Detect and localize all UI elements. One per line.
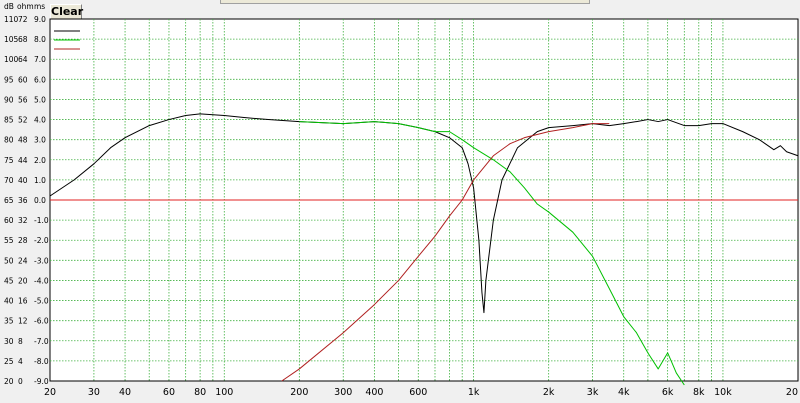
- xtick-label: 600: [409, 387, 427, 398]
- ytick-label-db: 100: [4, 55, 19, 64]
- ytick-label-ms: 7.0: [34, 55, 46, 64]
- xtick-label: 200: [290, 387, 308, 398]
- ytick-label-ms: -2.0: [34, 236, 49, 245]
- ytick-label-ms: -7.0: [34, 337, 49, 346]
- ytick-label-ohm: 12: [18, 317, 28, 326]
- ytick-label-db: 85: [4, 116, 14, 125]
- ytick-label-ms: -3.0: [34, 256, 49, 265]
- ytick-label-ohm: 32: [18, 216, 28, 225]
- xtick-label: 30: [88, 387, 100, 398]
- ytick-label-ohm: 36: [18, 196, 28, 205]
- ytick-label-ohm: 64: [18, 55, 28, 64]
- ytick-label-db: 35: [4, 317, 14, 326]
- ytick-label-ms: -8.0: [34, 357, 49, 366]
- ytick-label-db: 20: [4, 377, 14, 386]
- ytick-label-ms: -5.0: [34, 297, 49, 306]
- ytick-label-ms: 0.0: [34, 196, 46, 205]
- ytick-label-db: 55: [4, 236, 14, 245]
- ytick-label-db: 95: [4, 75, 14, 84]
- ytick-label-ms: 3.0: [34, 136, 46, 145]
- ytick-label-db: 30: [4, 337, 14, 346]
- ytick-label-ms: -4.0: [34, 276, 49, 285]
- ytick-label-db: 110: [4, 15, 19, 24]
- ytick-label-ohm: 20: [18, 276, 28, 285]
- ytick-label-ms: 4.0: [34, 116, 46, 125]
- ytick-label-db: 70: [4, 176, 14, 185]
- ytick-label-db: 90: [4, 95, 14, 104]
- ytick-label-db: 25: [4, 357, 14, 366]
- ytick-label-ms: 2.0: [34, 156, 46, 165]
- ytick-label-ohm: 40: [18, 176, 28, 185]
- xtick-label: 3k: [587, 387, 599, 398]
- ohm-axis-header: ohm: [17, 2, 34, 11]
- ytick-label-ohm: 16: [18, 297, 28, 306]
- ytick-label-ohm: 0: [18, 377, 23, 386]
- xtick-label: 2k: [543, 387, 555, 398]
- ytick-label-ms: 9.0: [34, 15, 46, 24]
- xtick-label: 300: [334, 387, 352, 398]
- xtick-label: 20: [44, 387, 56, 398]
- ytick-label-ohm: 28: [18, 236, 28, 245]
- xtick-label: 400: [365, 387, 383, 398]
- ytick-label-db: 45: [4, 276, 14, 285]
- ytick-label-ohm: 4: [18, 357, 23, 366]
- ytick-label-ms: -1.0: [34, 216, 49, 225]
- ytick-label-ohm: 48: [18, 136, 28, 145]
- ytick-label-db: 75: [4, 156, 14, 165]
- ytick-label-db: 80: [4, 136, 14, 145]
- ytick-label-ohm: 56: [18, 95, 28, 104]
- ytick-label-ohm: 72: [18, 15, 28, 24]
- xtick-label: 6k: [662, 387, 674, 398]
- xtick-label: 8k: [693, 387, 705, 398]
- xtick-label: 20: [786, 387, 798, 398]
- frequency-response-chart: 110 72 9.0105 68 8.0100 64 7.095 60 6.090 56 5.085…: [4, 2, 799, 398]
- ytick-label-db: 50: [4, 256, 14, 265]
- ytick-label-db: 60: [4, 216, 14, 225]
- ytick-label-ohm: 52: [18, 116, 28, 125]
- ytick-label-ms: -6.0: [34, 317, 49, 326]
- ytick-label-ms: -9.0: [34, 377, 49, 386]
- ytick-label-ohm: 44: [18, 156, 28, 165]
- xtick-label: 4k: [618, 387, 630, 398]
- db-axis-header: dB: [4, 2, 14, 11]
- ytick-label-ohm: 8: [18, 337, 23, 346]
- xtick-label: 40: [119, 387, 131, 398]
- xtick-label: 60: [163, 387, 175, 398]
- ytick-label-ms: 8.0: [34, 35, 46, 44]
- ytick-label-ohm: 24: [18, 256, 28, 265]
- ytick-label-db: 65: [4, 196, 14, 205]
- ytick-label-ms: 5.0: [34, 95, 46, 104]
- ytick-label-db: 40: [4, 297, 14, 306]
- ytick-label-ohm: 60: [18, 75, 28, 84]
- xtick-label: 80: [194, 387, 206, 398]
- ytick-label-db: 105: [4, 35, 19, 44]
- xtick-label: 10k: [714, 387, 732, 398]
- xtick-label: 100: [215, 387, 233, 398]
- ytick-label-ohm: 68: [18, 35, 28, 44]
- xtick-label: 1k: [468, 387, 480, 398]
- ms-axis-header: ms: [34, 2, 45, 11]
- ytick-label-ms: 6.0: [34, 75, 46, 84]
- ytick-label-ms: 1.0: [34, 176, 46, 185]
